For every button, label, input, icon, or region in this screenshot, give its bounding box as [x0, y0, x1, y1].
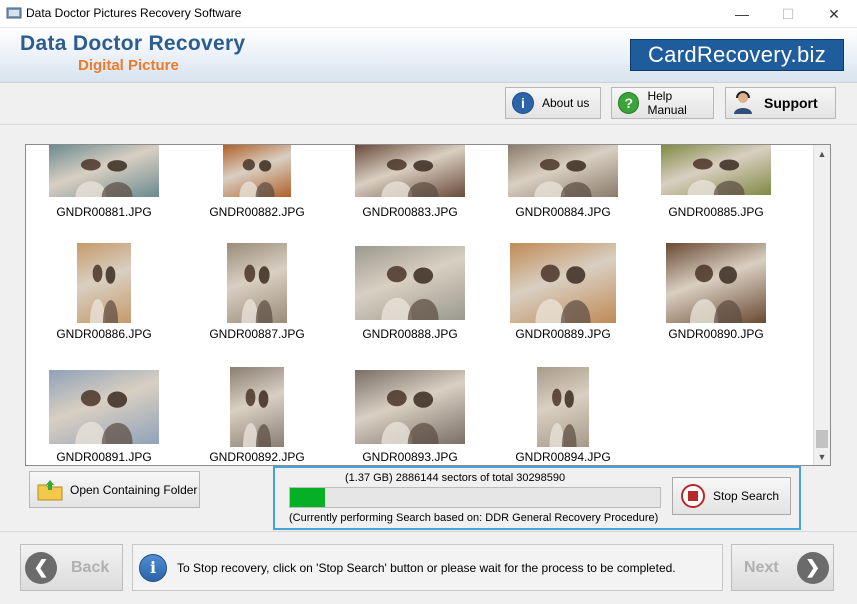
open-containing-folder-button[interactable]: Open Containing Folder — [29, 471, 200, 508]
file-name-label: GNDR00883.JPG — [362, 205, 458, 219]
back-label: Back — [71, 558, 110, 576]
maximize-button[interactable]: ☐ — [765, 0, 811, 28]
site-badge: CardRecovery.biz — [630, 39, 844, 71]
photo-thumbnail[interactable] — [355, 145, 465, 197]
file-name-label: GNDR00885.JPG — [668, 205, 764, 219]
minimize-button[interactable]: — — [719, 0, 765, 28]
arrow-right-icon: ❯ — [796, 551, 829, 584]
photo-thumbnail[interactable] — [223, 145, 291, 197]
file-name-label: GNDR00884.JPG — [515, 205, 611, 219]
gallery-scrollbar[interactable]: ▲ ▼ — [813, 145, 830, 465]
next-button[interactable]: Next ❯ — [731, 544, 834, 591]
photo-thumbnail[interactable] — [227, 243, 287, 323]
brand-title: Data Doctor Recovery — [20, 32, 246, 55]
progress-bar — [289, 487, 661, 508]
open-folder-label: Open Containing Folder — [70, 482, 198, 497]
sectors-status: (1.37 GB) 2886144 sectors of total 30298… — [345, 472, 566, 484]
file-name-label: GNDR00882.JPG — [209, 205, 305, 219]
file-name-label: GNDR00890.JPG — [668, 327, 764, 341]
next-label: Next — [744, 558, 779, 576]
info-message: To Stop recovery, click on 'Stop Search'… — [177, 560, 676, 575]
file-name-label: GNDR00892.JPG — [209, 450, 305, 464]
help-manual-button[interactable]: ? Help Manual — [611, 87, 714, 119]
photo-thumbnail[interactable] — [661, 145, 771, 195]
app-icon — [6, 7, 22, 19]
photo-thumbnail[interactable] — [355, 370, 465, 444]
help-manual-label: Help Manual — [647, 89, 687, 117]
photo-thumbnail[interactable] — [49, 145, 159, 197]
stop-search-button[interactable]: Stop Search — [672, 477, 791, 515]
file-name-label: GNDR00894.JPG — [515, 450, 611, 464]
about-us-label: About us — [542, 96, 590, 110]
photo-thumbnail[interactable] — [355, 246, 465, 320]
back-button[interactable]: ❮ Back — [20, 544, 123, 591]
scroll-up-icon[interactable]: ▲ — [814, 145, 830, 162]
file-name-label: GNDR00887.JPG — [209, 327, 305, 341]
header-banner: Data Doctor Recovery Digital Picture Car… — [0, 28, 857, 83]
photo-thumbnail[interactable] — [510, 243, 616, 323]
info-icon: i — [139, 553, 167, 582]
close-button[interactable]: ✕ — [811, 0, 857, 28]
scroll-thumb[interactable] — [816, 430, 828, 448]
file-name-label: GNDR00886.JPG — [56, 327, 152, 341]
arrow-left-icon: ❮ — [25, 551, 57, 584]
search-progress-panel: (1.37 GB) 2886144 sectors of total 30298… — [273, 466, 801, 530]
support-button[interactable]: Support — [725, 87, 836, 119]
window-title: Data Doctor Pictures Recovery Software — [26, 6, 242, 20]
scroll-down-icon[interactable]: ▼ — [814, 448, 830, 465]
main-content: GNDR00881.JPG GNDR00882.JPG GNDR00883.JPG G… — [0, 125, 857, 604]
info-icon: i — [512, 92, 534, 114]
photo-thumbnail[interactable] — [49, 370, 159, 444]
stop-icon — [681, 484, 705, 508]
info-message-bar: i To Stop recovery, click on 'Stop Searc… — [132, 544, 723, 591]
file-name-label: GNDR00881.JPG — [56, 205, 152, 219]
file-name-label: GNDR00888.JPG — [362, 327, 458, 341]
recovered-files-gallery[interactable]: GNDR00881.JPG GNDR00882.JPG GNDR00883.JPG G… — [25, 144, 831, 466]
folder-icon — [37, 479, 63, 500]
toolbar: i About us ? Help Manual Support — [0, 83, 857, 125]
help-icon: ? — [618, 92, 640, 114]
file-name-label: GNDR00891.JPG — [56, 450, 152, 464]
photo-thumbnail[interactable] — [666, 243, 766, 323]
photo-thumbnail[interactable] — [77, 243, 131, 323]
procedure-status: (Currently performing Search based on: D… — [289, 512, 659, 524]
about-us-button[interactable]: i About us — [505, 87, 601, 119]
footer-divider — [0, 531, 857, 532]
file-name-label: GNDR00893.JPG — [362, 450, 458, 464]
title-bar: Data Doctor Pictures Recovery Software —… — [0, 0, 857, 28]
photo-thumbnail[interactable] — [230, 367, 284, 447]
brand-subtitle: Digital Picture — [78, 57, 179, 74]
stop-search-label: Stop Search — [713, 489, 780, 503]
support-label: Support — [764, 95, 818, 111]
photo-thumbnail[interactable] — [537, 367, 589, 447]
file-name-label: GNDR00889.JPG — [515, 327, 611, 341]
photo-thumbnail[interactable] — [508, 145, 618, 197]
support-person-icon — [734, 91, 752, 114]
progress-fill — [290, 488, 326, 507]
